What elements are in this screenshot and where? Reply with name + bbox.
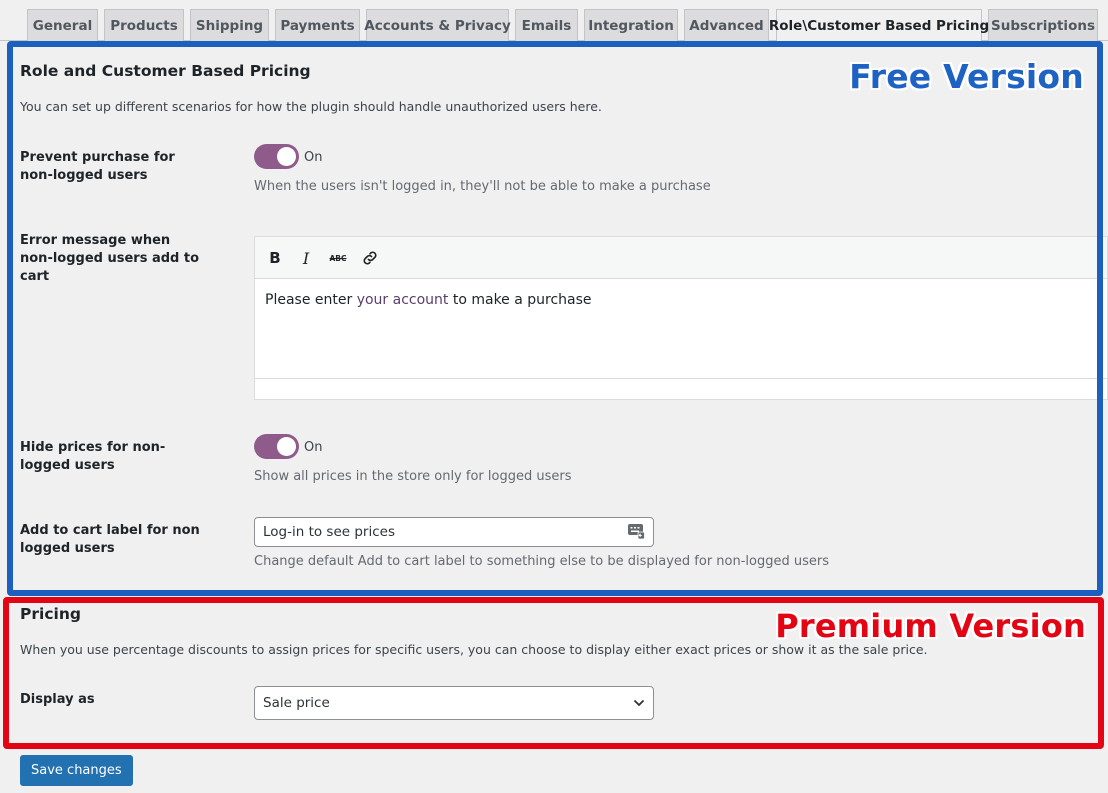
prevent-purchase-toggle-state: On	[304, 150, 323, 165]
tab-role-customer-based-pricing[interactable]: Role\Customer Based Pricing	[769, 9, 989, 42]
hide-prices-help: Show all prices in the store only for lo…	[254, 469, 572, 484]
free-version-label: Free Version	[849, 57, 1084, 96]
link-icon	[363, 251, 377, 265]
editor-toolbar: B I ABC	[255, 237, 1107, 279]
display-as-selected-value: Sale price	[263, 695, 330, 711]
premium-version-label: Premium Version	[775, 607, 1086, 645]
pricing-title: Pricing	[20, 605, 81, 623]
toggle-knob	[277, 147, 296, 166]
settings-tabs: General Products Shipping Payments Accou…	[0, 0, 1108, 42]
hide-prices-label: Hide prices for non-logged users	[20, 440, 166, 473]
section-title: Role and Customer Based Pricing	[20, 62, 311, 80]
error-message-editor: B I ABC Please enter your account to mak…	[254, 236, 1108, 400]
chevron-down-icon	[633, 699, 645, 707]
editor-text-after: to make a purchase	[448, 292, 592, 308]
strikethrough-button[interactable]: ABC	[326, 246, 350, 270]
section-description: You can set up different scenarios for h…	[20, 99, 602, 114]
display-as-select[interactable]: Sale price	[254, 686, 654, 720]
keyboard-icon[interactable]	[627, 522, 645, 540]
editor-content[interactable]: Please enter your account to make a purc…	[265, 292, 592, 308]
editor-text-link: your account	[356, 292, 449, 308]
editor-statusbar	[255, 378, 1107, 399]
italic-button[interactable]: I	[294, 246, 318, 270]
add-to-cart-label-input[interactable]: Log-in to see prices	[254, 517, 654, 547]
editor-text-before: Please enter	[265, 292, 357, 308]
tab-integration[interactable]: Integration	[584, 9, 678, 41]
tab-products[interactable]: Products	[104, 9, 184, 41]
bold-button[interactable]: B	[263, 246, 287, 270]
prevent-purchase-toggle[interactable]	[254, 144, 299, 169]
add-to-cart-help: Change default Add to cart label to some…	[254, 554, 829, 569]
error-message-label: Error message when non-logged users add …	[20, 233, 200, 284]
tab-accounts-privacy[interactable]: Accounts & Privacy	[364, 9, 511, 41]
tab-emails[interactable]: Emails	[515, 9, 578, 41]
tab-general[interactable]: General	[27, 9, 98, 41]
prevent-purchase-help: When the users isn't logged in, they'll …	[254, 179, 711, 194]
prevent-purchase-label: Prevent purchase for non-logged users	[20, 150, 175, 183]
display-as-label: Display as	[20, 692, 95, 707]
add-to-cart-label: Add to cart label for non logged users	[20, 523, 200, 556]
tab-advanced[interactable]: Advanced	[684, 9, 769, 41]
hide-prices-toggle-state: On	[304, 440, 323, 455]
link-button[interactable]	[358, 246, 382, 270]
toggle-knob	[277, 437, 296, 456]
tab-subscriptions[interactable]: Subscriptions	[988, 9, 1098, 41]
tab-shipping[interactable]: Shipping	[190, 9, 269, 41]
hide-prices-toggle[interactable]	[254, 434, 299, 459]
tab-payments[interactable]: Payments	[275, 9, 360, 41]
save-changes-button[interactable]: Save changes	[20, 755, 133, 786]
